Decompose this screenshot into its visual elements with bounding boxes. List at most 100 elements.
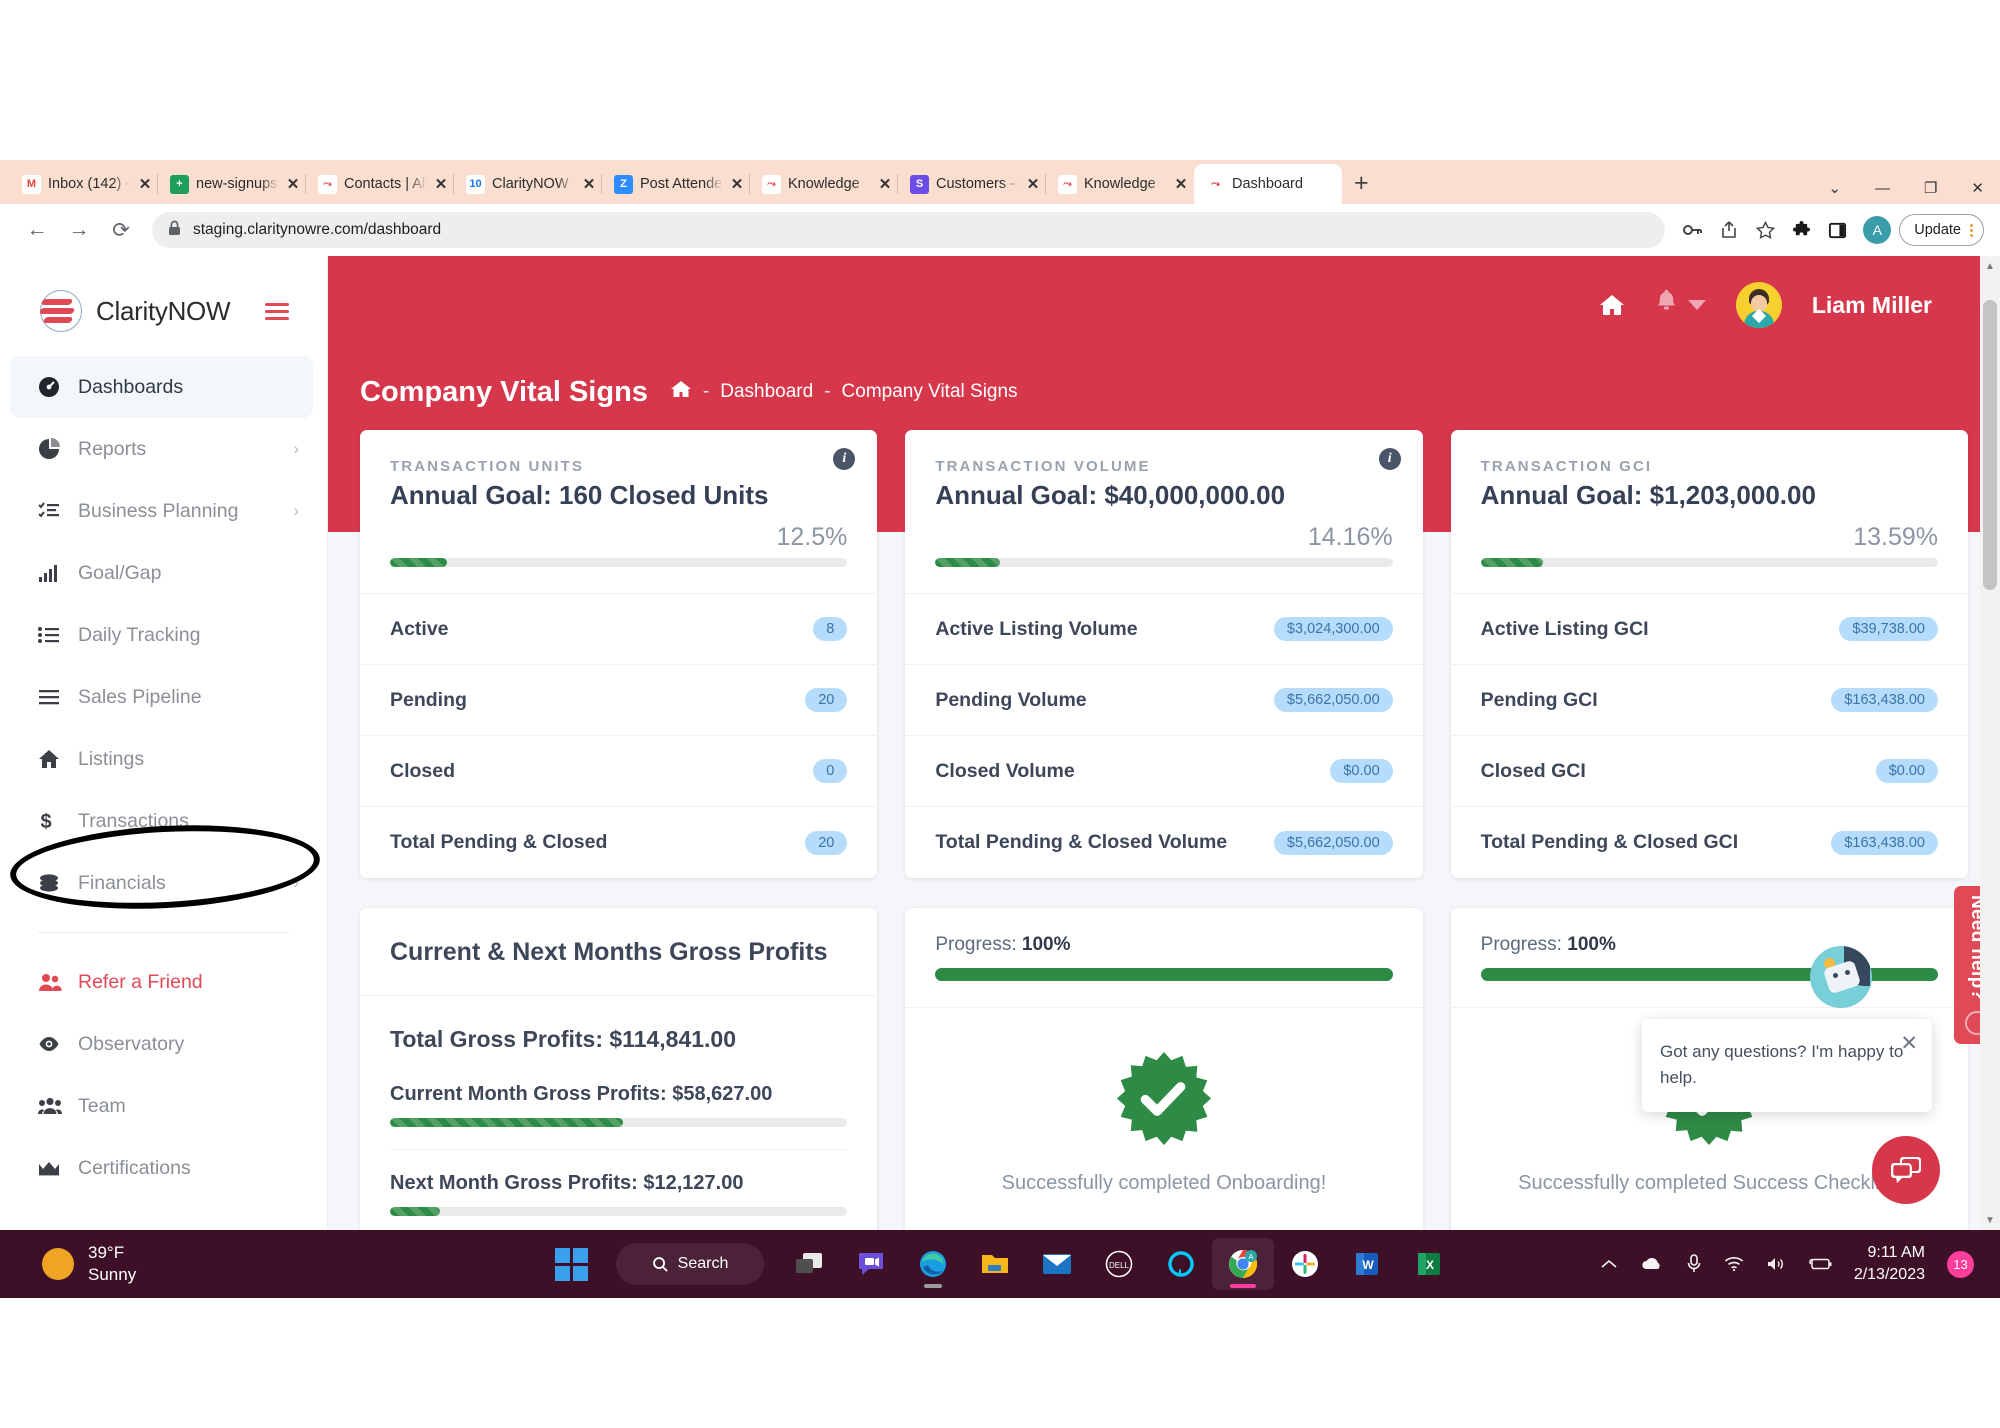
speaker-icon[interactable] [1766, 1256, 1786, 1272]
clock[interactable]: 9:11 AM 2/13/2023 [1854, 1242, 1925, 1285]
info-icon[interactable]: i [833, 448, 856, 470]
file-explorer-button[interactable] [964, 1238, 1026, 1290]
excel-button[interactable]: X [1398, 1238, 1460, 1290]
info-icon[interactable]: i [1378, 448, 1401, 470]
sidebar-item-goal-gap[interactable]: Goal/Gap [10, 542, 313, 604]
sidebar-item-reports[interactable]: Reports › [10, 418, 313, 480]
sidebar-item-certifications[interactable]: Certifications [10, 1137, 313, 1199]
chrome-menu-icon[interactable] [1970, 223, 1973, 237]
topbar-home-icon[interactable] [1599, 293, 1625, 317]
sidebar-item-listings[interactable]: Listings [10, 728, 313, 790]
tab-strip: M Inbox (142) - a ✕ + new-signups - ✕ ⤳ Contact… [0, 160, 2000, 204]
close-icon[interactable]: ✕ [1900, 1031, 1918, 1056]
weather-temperature: 39°F [88, 1243, 125, 1263]
chevron-right-icon[interactable]: › [293, 873, 299, 893]
browser-tab[interactable]: ⤳ Knowledge ✕ [1045, 164, 1194, 204]
slack-button[interactable] [1274, 1238, 1336, 1290]
close-tab-button[interactable]: ✕ [1026, 175, 1040, 193]
close-tab-button[interactable]: ✕ [286, 175, 300, 193]
sidebar-item-transactions[interactable]: $ Transactions [10, 790, 313, 852]
edge-button[interactable] [902, 1238, 964, 1290]
close-tab-button[interactable]: ✕ [434, 175, 448, 193]
chevron-up-icon[interactable] [1600, 1258, 1618, 1270]
metric-label: Closed GCI [1480, 759, 1586, 782]
maximize-button[interactable]: ❐ [1924, 179, 1937, 197]
teams-chat-button[interactable] [840, 1238, 902, 1290]
reload-button[interactable]: ⟳ [100, 209, 142, 251]
browser-tab[interactable]: 10 ClarityNOW - C ✕ [453, 164, 602, 204]
dell-button[interactable]: DELL [1088, 1238, 1150, 1290]
chevron-right-icon[interactable]: › [293, 501, 299, 521]
metric-value-badge: $163,438.00 [1831, 830, 1938, 855]
extensions-icon[interactable] [1783, 212, 1819, 248]
task-view-button[interactable] [778, 1238, 840, 1290]
tab-search-icon[interactable]: ⌄ [1828, 179, 1841, 197]
sidebar-item-label: Reports [78, 437, 147, 460]
sidebar-item-dashboards[interactable]: Dashboards [10, 356, 313, 418]
progress-track [1480, 558, 1938, 567]
forward-button[interactable]: → [58, 209, 100, 251]
breadcrumb-item-dashboard[interactable]: Dashboard [720, 381, 813, 403]
close-tab-button[interactable]: ✕ [1174, 175, 1188, 193]
update-button[interactable]: Update [1899, 214, 1984, 246]
close-tab-button[interactable]: ✕ [138, 175, 152, 193]
new-tab-button[interactable]: + [1354, 169, 1369, 198]
browser-tab[interactable]: S Customers – C ✕ [897, 164, 1046, 204]
battery-icon[interactable] [1808, 1257, 1832, 1271]
close-tab-button[interactable]: ✕ [878, 175, 892, 193]
page-scrollbar[interactable]: ▲ ▼ [1980, 256, 2000, 1230]
close-window-button[interactable]: ✕ [1971, 179, 1984, 197]
sidepanel-icon[interactable] [1819, 212, 1855, 248]
metric-label: Active [390, 617, 449, 640]
address-bar[interactable]: staging.claritynowre.com/dashboard [152, 212, 1666, 248]
star-icon[interactable] [1747, 212, 1783, 248]
weather-widget[interactable]: 39°F Sunny [42, 1242, 136, 1286]
word-button[interactable]: W [1336, 1238, 1398, 1290]
mail-button[interactable] [1026, 1238, 1088, 1290]
sidebar-item-daily-tracking[interactable]: Daily Tracking [10, 604, 313, 666]
avatar[interactable] [1735, 282, 1782, 328]
metric-value-badge: $0.00 [1875, 759, 1938, 783]
profile-avatar[interactable]: A [1863, 216, 1892, 244]
chrome-button[interactable]: A [1212, 1238, 1274, 1290]
notifications-menu[interactable] [1655, 290, 1706, 320]
scrollbar-thumb[interactable] [1983, 300, 1997, 590]
onedrive-icon[interactable] [1640, 1256, 1664, 1272]
close-tab-button[interactable]: ✕ [730, 175, 744, 193]
sidebar-item-financials[interactable]: Financials › [10, 852, 313, 914]
browser-tab[interactable]: ⤳ Knowledge ✕ [749, 164, 898, 204]
browser-tab[interactable]: ⤳ Contacts | All c ✕ [305, 164, 454, 204]
chevron-down-icon[interactable] [1687, 300, 1706, 310]
breadcrumb-home-icon[interactable] [670, 379, 692, 405]
browser-tab[interactable]: M Inbox (142) - a ✕ [10, 164, 158, 204]
sidebar-item-refer-a-friend[interactable]: Refer a Friend [10, 951, 313, 1013]
chevron-right-icon[interactable]: › [293, 439, 299, 459]
sidebar-item-team[interactable]: Team [10, 1075, 313, 1137]
scroll-down-arrow[interactable]: ▼ [1980, 1210, 2000, 1230]
sidebar-item-sales-pipeline[interactable]: Sales Pipeline [10, 666, 313, 728]
notification-count-badge[interactable]: 13 [1947, 1250, 1974, 1278]
bell-icon[interactable] [1655, 290, 1678, 320]
slack-icon [1292, 1251, 1318, 1277]
chat-launcher-button[interactable] [1872, 1136, 1940, 1204]
microphone-icon[interactable] [1686, 1254, 1702, 1274]
vital-sign-card: TRANSACTION GCI Annual Goal: $1,203,000.0… [1450, 430, 1968, 878]
browser-tab[interactable]: Z Post Attendee ✕ [601, 164, 750, 204]
back-button[interactable]: ← [16, 209, 58, 251]
sidebar-toggle-icon[interactable] [265, 302, 289, 320]
scroll-up-arrow[interactable]: ▲ [1980, 256, 2000, 276]
share-icon[interactable] [1711, 212, 1747, 248]
browser-tab[interactable]: ⤳ Dashboard [1194, 164, 1342, 204]
brand[interactable]: ClarityNOW [0, 256, 327, 342]
key-icon[interactable] [1675, 212, 1711, 248]
start-button[interactable] [540, 1238, 602, 1290]
sidebar-item-observatory[interactable]: Observatory [10, 1013, 313, 1075]
browser-tab[interactable]: + new-signups - ✕ [157, 164, 306, 204]
close-tab-button[interactable]: ✕ [582, 175, 596, 193]
wifi-icon[interactable] [1724, 1256, 1744, 1272]
user-name[interactable]: Liam Miller [1812, 292, 1932, 319]
sidebar-item-business-planning[interactable]: Business Planning › [10, 480, 313, 542]
search-button[interactable]: Search [616, 1243, 764, 1285]
minimize-button[interactable]: — [1875, 180, 1890, 197]
alexa-button[interactable] [1150, 1238, 1212, 1290]
